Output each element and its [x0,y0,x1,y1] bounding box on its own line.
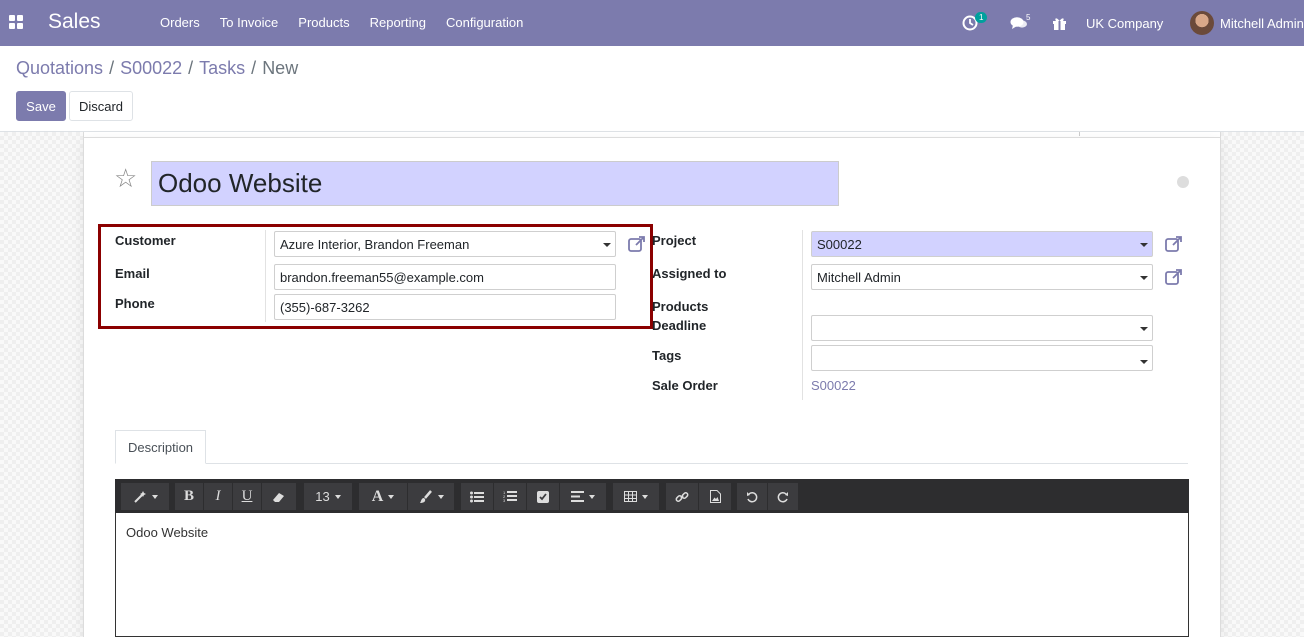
breadcrumb-quotations[interactable]: Quotations [16,58,103,79]
undo-button[interactable] [737,483,767,510]
chevron-down-icon [1140,360,1148,364]
activity-menu[interactable] [962,0,978,46]
menu-products[interactable]: Products [298,15,349,30]
eraser-icon [273,492,284,502]
editor-toolbar: B I U 13 A 123 [115,479,1189,513]
notebook-tab-line [115,463,1188,464]
list-icon [470,491,484,502]
italic-button[interactable]: I [204,483,232,510]
task-title-input[interactable]: Odoo Website [151,161,839,206]
menu-configuration[interactable]: Configuration [446,15,523,30]
avatar [1190,11,1214,35]
svg-text:3: 3 [503,498,506,503]
external-link-icon[interactable] [1164,234,1184,254]
company-switcher[interactable]: UK Company [1086,0,1163,46]
ordered-list-button[interactable]: 123 [494,483,526,510]
breadcrumb-current: New [262,58,299,78]
user-menu[interactable]: Mitchell Admin [1190,0,1304,46]
underline-button[interactable]: U [233,483,261,510]
save-button[interactable]: Save [16,91,66,121]
breadcrumb: Quotations / S00022 / Tasks / New [16,58,298,79]
sale-order-link[interactable]: S00022 [811,378,856,393]
redo-icon [777,491,788,502]
checkbox-icon [537,490,549,503]
description-editor[interactable] [115,513,1189,637]
table-dropdown[interactable] [613,483,659,510]
chevron-down-icon [1140,327,1148,331]
table-icon [624,491,637,502]
star-icon[interactable]: ☆ [114,165,137,191]
bold-button[interactable]: B [175,483,203,510]
checklist-button[interactable] [527,483,559,510]
messaging-menu[interactable] [1010,0,1028,46]
image-icon [709,490,721,503]
top-navbar: Sales Orders To Invoice Products Reporti… [0,0,1304,46]
activity-count-badge: 1 [975,12,988,23]
eraser-button[interactable] [262,483,296,510]
align-dropdown[interactable] [560,483,606,510]
products-label: Products [652,299,709,314]
tags-label: Tags [652,348,682,363]
breadcrumb-separator: / [109,58,115,78]
menu-reporting[interactable]: Reporting [370,15,426,30]
tags-field[interactable] [811,345,1153,371]
magic-wand-icon [133,490,146,503]
insert-link-button[interactable] [666,483,698,510]
project-label: Project [652,233,697,248]
paint-brush-icon [419,489,432,503]
link-icon [675,491,689,502]
apps-menu-icon[interactable] [9,15,23,29]
breadcrumb-separator: / [251,58,257,78]
menu-orders[interactable]: Orders [160,15,200,30]
align-left-icon [571,491,584,502]
sale-order-label: Sale Order [652,378,718,393]
style-dropdown[interactable] [121,483,169,510]
app-name[interactable]: Sales [48,10,101,34]
kanban-state-dot[interactable] [1177,176,1189,188]
font-size-value: 13 [315,489,330,504]
breadcrumb-tasks[interactable]: Tasks [199,58,245,79]
font-color-dropdown[interactable]: A [359,483,407,510]
tab-description[interactable]: Description [115,430,206,464]
gift-menu[interactable] [1052,0,1067,46]
deadline-label: Deadline [652,318,707,333]
main-menu: Orders To Invoice Products Reporting Con… [160,15,523,30]
column-divider [802,230,803,400]
breadcrumb-order[interactable]: S00022 [120,58,182,79]
highlight-box [98,224,653,329]
chevron-down-icon [1140,243,1148,247]
menu-to-invoice[interactable]: To Invoice [220,15,279,30]
project-select[interactable]: S00022 [811,231,1153,257]
deadline-field[interactable] [811,315,1153,341]
sheet-tick [1079,132,1080,136]
discard-button[interactable]: Discard [69,91,133,121]
editor-content[interactable]: Odoo Website [126,525,208,540]
font-size-dropdown[interactable]: 13 [304,483,352,510]
background-color-dropdown[interactable] [408,483,454,510]
external-link-icon[interactable] [1164,267,1184,287]
ordered-list-icon: 123 [503,490,517,503]
user-name: Mitchell Admin [1220,15,1304,31]
gift-icon [1053,17,1066,30]
messages-count-badge: 5 [1026,13,1031,22]
assigned-label: Assigned to [652,266,727,281]
assigned-value: Mitchell Admin [817,270,901,285]
assigned-select[interactable]: Mitchell Admin [811,264,1153,290]
undo-icon [747,491,758,502]
project-value: S00022 [817,237,862,252]
redo-button[interactable] [768,483,798,510]
breadcrumb-separator: / [188,58,194,78]
insert-image-button[interactable] [699,483,731,510]
unordered-list-button[interactable] [461,483,493,510]
chevron-down-icon [1140,276,1148,280]
